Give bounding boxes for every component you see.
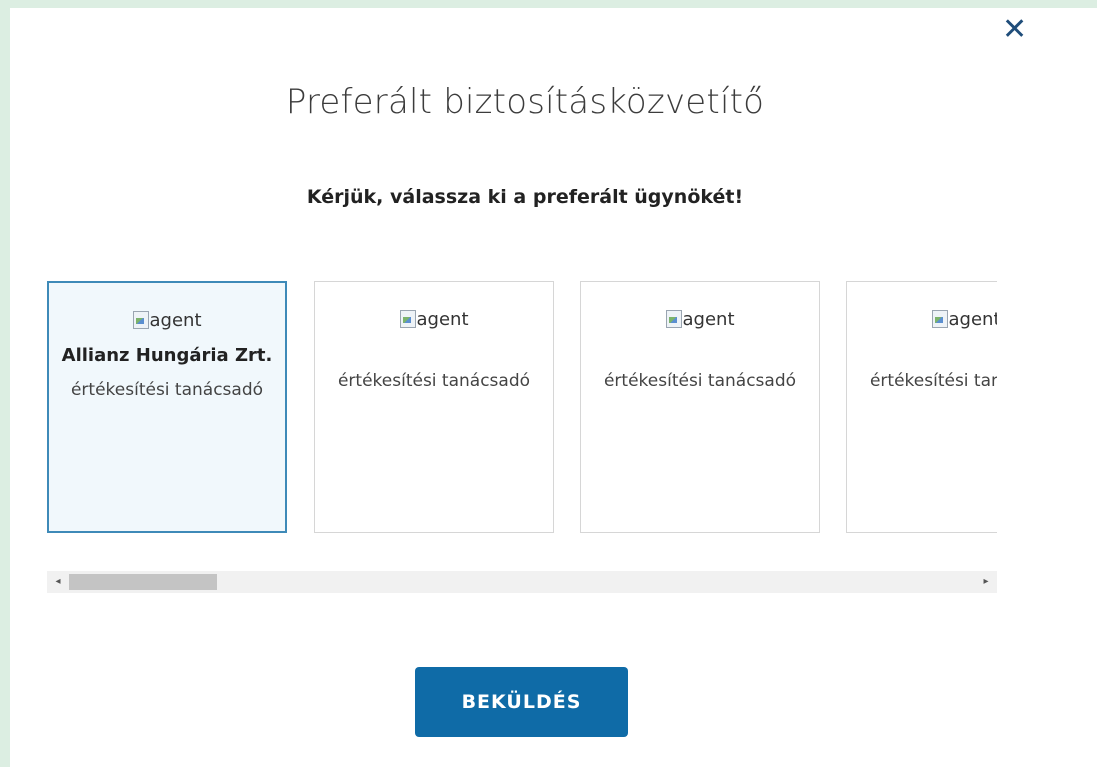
agent-card[interactable]: agent Allianz Hungária Zrt. értékesítési…: [47, 281, 287, 533]
agent-carousel: agent Allianz Hungária Zrt. értékesítési…: [47, 281, 997, 537]
broken-image-icon: [665, 310, 682, 328]
agent-image: agent: [315, 306, 553, 332]
scroll-right-icon[interactable]: ▸: [975, 571, 997, 593]
horizontal-scrollbar[interactable]: ◂ ▸: [47, 571, 997, 593]
scrollbar-thumb[interactable]: [69, 574, 217, 590]
agent-card[interactable]: agent értékesítési tanácsadó: [846, 281, 997, 533]
submit-button[interactable]: BEKÜLDÉS: [415, 667, 628, 737]
agent-image-alt: agent: [682, 308, 735, 330]
dialog-subtitle: Kérjük, válassza ki a preferált ügynökét…: [306, 186, 744, 208]
agent-company: Allianz Hungária Zrt.: [61, 345, 273, 366]
agent-card[interactable]: agent értékesítési tanácsadó: [314, 281, 554, 533]
scroll-left-icon[interactable]: ◂: [47, 571, 69, 593]
broken-image-icon: [931, 310, 948, 328]
dialog-title: Preferált biztosításközvetítő: [285, 82, 765, 122]
broken-image-icon: [132, 311, 149, 329]
agent-role: értékesítési tanácsadó: [337, 371, 531, 391]
agent-image-alt: agent: [416, 308, 469, 330]
agent-image: agent: [847, 306, 997, 332]
agent-role: értékesítési tanácsadó: [603, 371, 797, 391]
agent-role: értékesítési tanácsadó: [869, 371, 997, 391]
broken-image-icon: [399, 310, 416, 328]
agent-image-alt: agent: [948, 308, 998, 330]
agent-image: agent: [49, 307, 285, 333]
agent-selection-dialog: ✕ Preferált biztosításközvetítő Kérjük, …: [10, 8, 1097, 767]
agent-role: értékesítési tanácsadó: [70, 380, 264, 400]
agent-image-alt: agent: [149, 309, 202, 331]
agent-image: agent: [581, 306, 819, 332]
close-icon[interactable]: ✕: [1002, 15, 1027, 45]
agent-card[interactable]: agent értékesítési tanácsadó: [580, 281, 820, 533]
